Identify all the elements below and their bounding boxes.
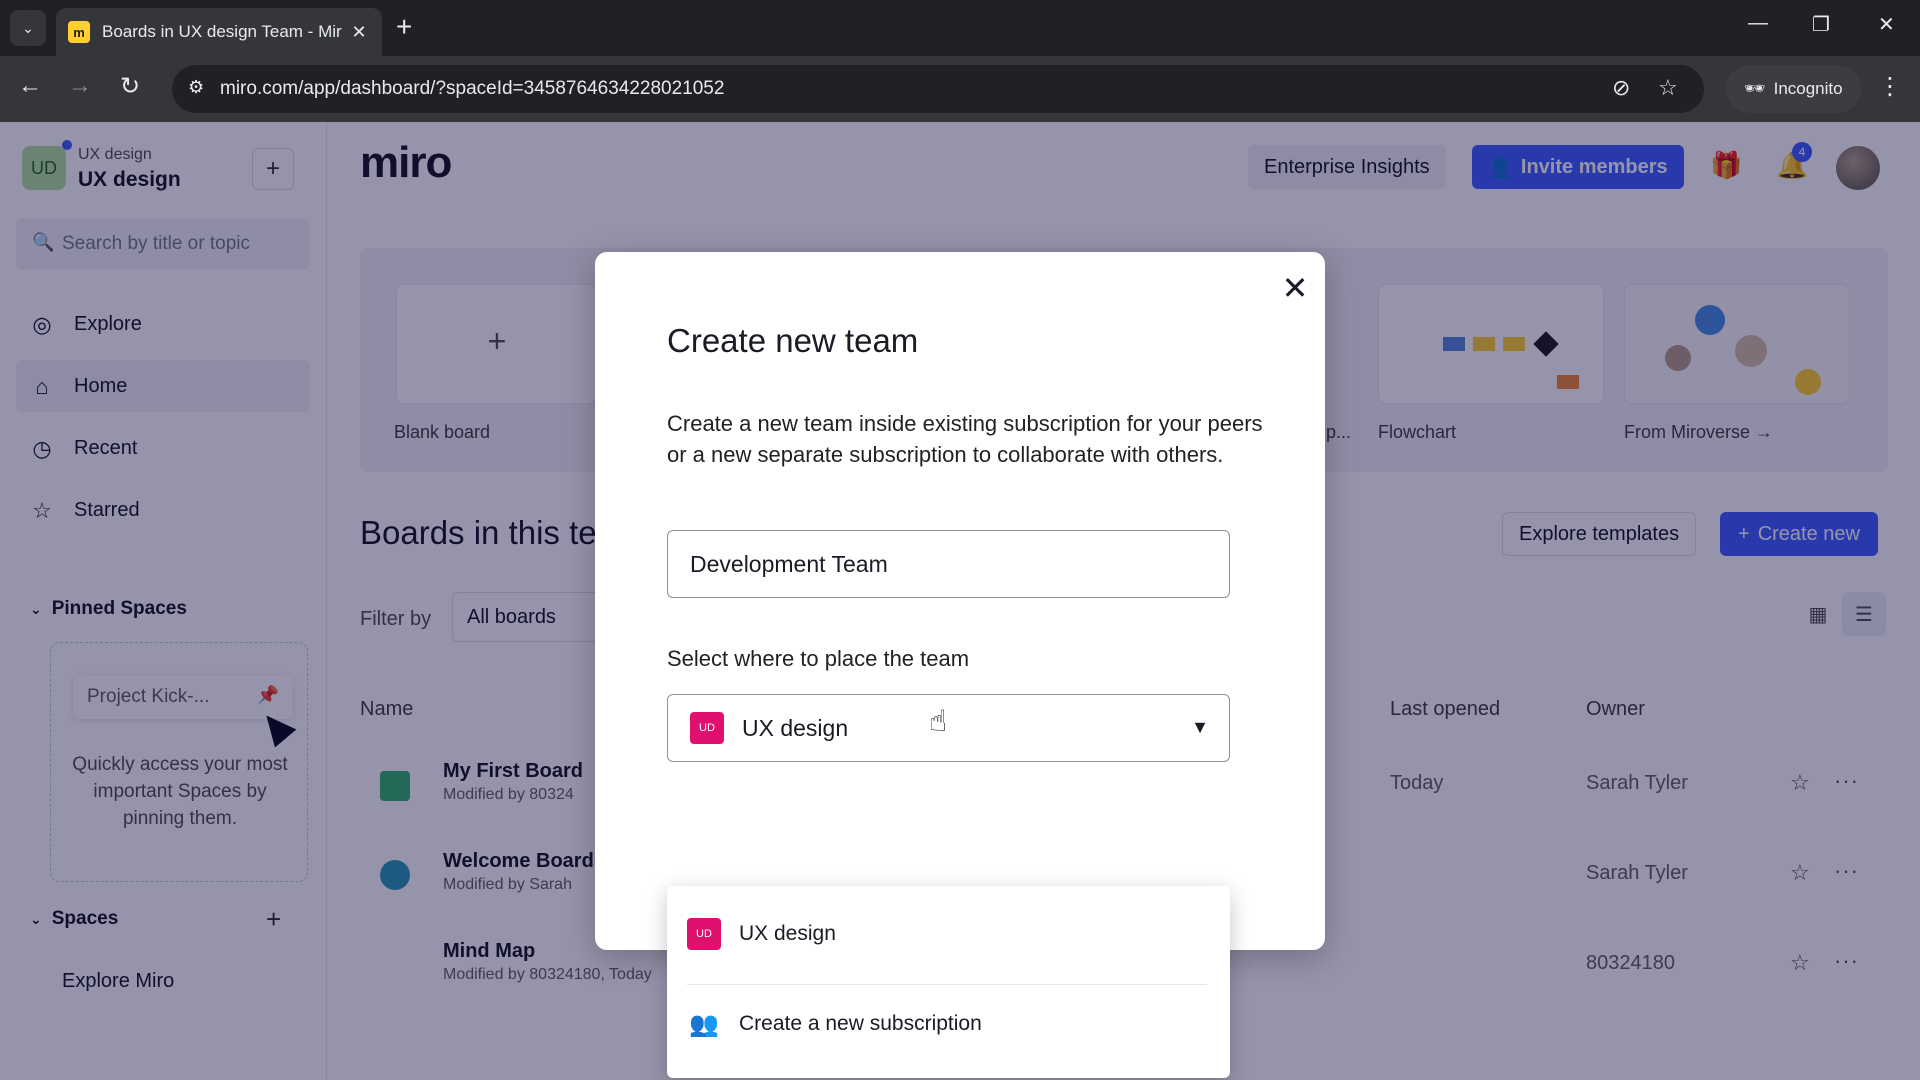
option-label: Create a new subscription	[739, 1012, 982, 1035]
people-icon: 👥	[689, 1010, 719, 1038]
browser-tab[interactable]: m Boards in UX design Team - Mir ✕	[56, 8, 382, 56]
browser-toolbar: ← → ↻ ⚙ miro.com/app/dashboard/?spaceId=…	[0, 56, 1920, 122]
workspace-chip-icon: UD	[687, 918, 721, 950]
incognito-label: Incognito	[1773, 79, 1843, 98]
option-ux-design[interactable]: UD UX design	[687, 904, 1207, 964]
reload-button[interactable]: ↻	[114, 72, 146, 101]
placement-dropdown-menu: UD UX design 👥 Create a new subscription	[667, 886, 1230, 1078]
incognito-indicator[interactable]: 🕶 Incognito	[1726, 65, 1861, 113]
option-create-subscription[interactable]: 👥 Create a new subscription	[687, 994, 1207, 1054]
forward-button[interactable]: →	[64, 72, 96, 100]
eye-off-icon[interactable]: ⊘	[1612, 75, 1630, 101]
modal-description: Create a new team inside existing subscr…	[667, 411, 1263, 467]
modal-title: Create new team	[667, 322, 919, 359]
window-close-button[interactable]: ✕	[1878, 12, 1895, 37]
selected-option: UX design	[742, 714, 849, 741]
browser-menu-icon[interactable]: ⋮	[1878, 72, 1902, 101]
minimize-button[interactable]: —	[1748, 12, 1768, 35]
site-settings-icon[interactable]: ⚙	[188, 77, 204, 98]
hand-cursor-icon: ☝	[929, 705, 948, 738]
create-team-modal: ✕ Create new team Create a new team insi…	[595, 252, 1325, 950]
tab-close-icon[interactable]: ✕	[348, 22, 370, 43]
miro-favicon-icon: m	[68, 21, 90, 43]
back-button[interactable]: ←	[14, 72, 46, 100]
restore-button[interactable]: ❐	[1812, 12, 1830, 37]
tab-title: Boards in UX design Team - Mir	[102, 22, 342, 41]
tab-search-button[interactable]: ⌄	[10, 10, 46, 46]
divider	[687, 984, 1207, 985]
option-label: UX design	[739, 922, 836, 945]
chevron-down-icon: ▼	[1191, 717, 1209, 737]
team-placement-select[interactable]: UD UX design ▼	[667, 694, 1230, 762]
address-bar[interactable]: ⚙ miro.com/app/dashboard/?spaceId=345876…	[172, 65, 1704, 113]
browser-tab-bar: ⌄ m Boards in UX design Team - Mir ✕ + —…	[0, 0, 1920, 56]
new-tab-button[interactable]: +	[396, 12, 412, 42]
close-icon[interactable]: ✕	[1277, 270, 1313, 306]
workspace-chip-icon: UD	[690, 712, 724, 744]
incognito-icon: 🕶	[1744, 79, 1766, 98]
place-team-label: Select where to place the team	[667, 646, 970, 671]
miro-app: UD UX design UX design + 🔍 Search by tit…	[0, 122, 1920, 1080]
team-name-field[interactable]	[667, 530, 1230, 598]
bookmark-star-icon[interactable]: ☆	[1658, 75, 1678, 101]
url-text: miro.com/app/dashboard/?spaceId=34587646…	[220, 78, 725, 99]
